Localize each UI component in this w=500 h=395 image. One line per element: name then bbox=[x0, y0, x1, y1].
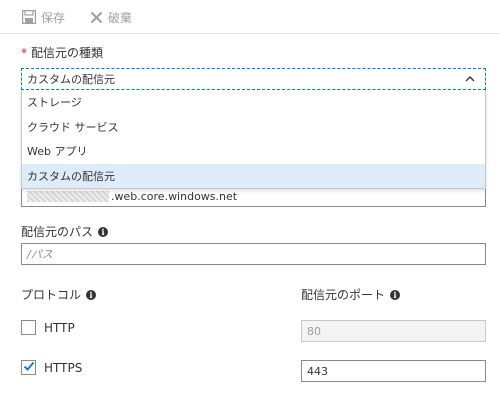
save-icon bbox=[22, 10, 36, 24]
origin-type-select[interactable]: カスタムの配信元 bbox=[21, 68, 486, 90]
save-label: 保存 bbox=[41, 10, 66, 25]
origin-path-input[interactable]: /パス bbox=[21, 243, 486, 265]
origin-path-label-text: 配信元のパス bbox=[21, 225, 94, 239]
option-storage[interactable]: ストレージ bbox=[22, 90, 485, 115]
https-port-value: 443 bbox=[307, 364, 328, 378]
required-mark: * bbox=[21, 45, 27, 60]
option-custom-origin[interactable]: カスタムの配信元 bbox=[22, 163, 485, 188]
origin-port-label-text: 配信元のポート bbox=[301, 288, 386, 302]
https-checkbox-row[interactable]: HTTPS bbox=[21, 360, 82, 375]
chevron-up-icon bbox=[464, 73, 476, 88]
option-label: ストレージ bbox=[27, 96, 82, 110]
origin-hostname-value: .web.core.windows.net bbox=[111, 189, 238, 203]
origin-type-label: * 配信元の種類 bbox=[21, 44, 103, 61]
save-button[interactable]: 保存 bbox=[22, 8, 65, 26]
http-checkbox[interactable] bbox=[21, 320, 36, 335]
discard-label: 破棄 bbox=[108, 10, 133, 25]
origin-path-label: 配信元のパス i bbox=[21, 223, 109, 240]
https-port-input[interactable]: 443 bbox=[301, 360, 486, 382]
info-icon[interactable]: i bbox=[98, 226, 109, 237]
http-checkbox-row[interactable]: HTTP bbox=[21, 320, 75, 335]
protocol-label-text: プロトコル bbox=[21, 288, 82, 302]
origin-type-selected-value: カスタムの配信元 bbox=[27, 73, 115, 86]
option-label: Web アプリ bbox=[27, 145, 88, 159]
checkmark-icon bbox=[23, 360, 35, 375]
http-port-value: 80 bbox=[307, 324, 321, 338]
option-cloud-service[interactable]: クラウド サービス bbox=[22, 115, 485, 140]
option-web-app[interactable]: Web アプリ bbox=[22, 139, 485, 164]
origin-port-label: 配信元のポート i bbox=[301, 286, 401, 303]
option-label: クラウド サービス bbox=[27, 120, 119, 134]
redacted-hostname bbox=[27, 190, 109, 202]
origin-type-label-text: 配信元の種類 bbox=[31, 46, 104, 60]
info-icon[interactable]: i bbox=[390, 289, 401, 300]
https-label: HTTPS bbox=[44, 360, 83, 375]
http-label: HTTP bbox=[44, 320, 75, 335]
command-bar: 保存 破棄 bbox=[0, 0, 500, 34]
discard-button[interactable]: 破棄 bbox=[90, 8, 132, 26]
close-icon bbox=[90, 11, 103, 24]
https-checkbox[interactable] bbox=[21, 360, 36, 375]
origin-type-dropdown-list: ストレージ クラウド サービス Web アプリ カスタムの配信元 bbox=[21, 90, 486, 189]
info-icon[interactable]: i bbox=[86, 289, 97, 300]
option-label: カスタムの配信元 bbox=[27, 169, 115, 183]
protocol-label: プロトコル i bbox=[21, 286, 97, 303]
origin-path-placeholder: /パス bbox=[27, 248, 53, 261]
http-port-input: 80 bbox=[301, 320, 486, 342]
